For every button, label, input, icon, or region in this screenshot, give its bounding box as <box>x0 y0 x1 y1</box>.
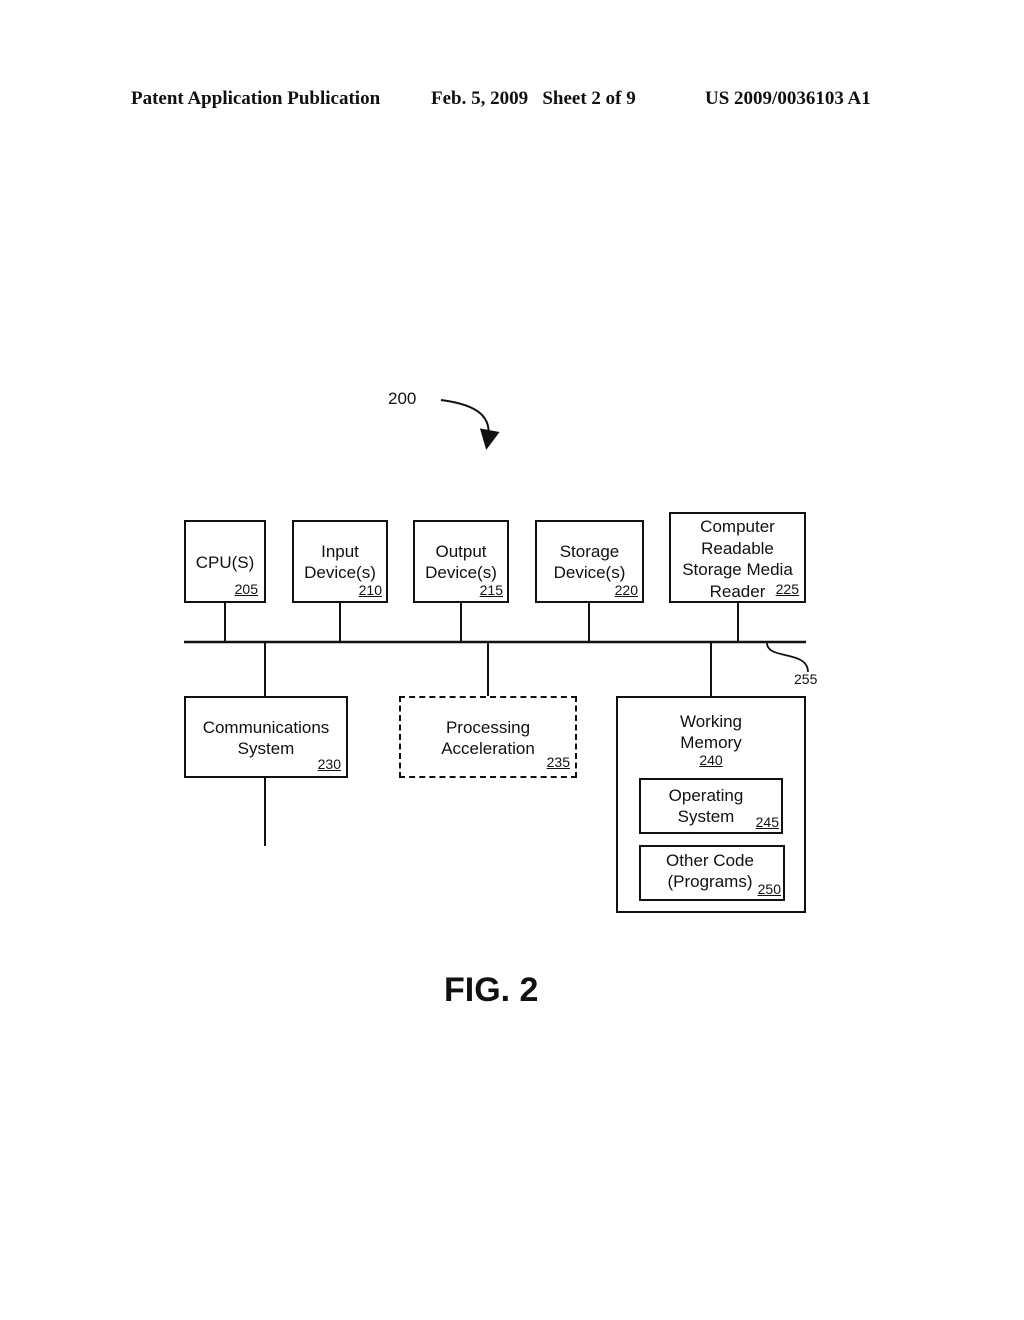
processing-acceleration-label: Processing Acceleration <box>441 718 535 758</box>
processing-acceleration-box: Processing Acceleration 235 <box>399 696 577 778</box>
other-code-box: Other Code (Programs) 250 <box>639 845 785 901</box>
working-memory-box: Working Memory 240 Operating System 245 … <box>616 696 806 913</box>
bus-ref-label: 255 <box>794 671 818 687</box>
system-ref-arrow <box>440 399 500 450</box>
output-devices-ref: 215 <box>479 582 503 598</box>
storage-devices-ref: 220 <box>614 582 638 598</box>
operating-system-box: Operating System 245 <box>639 778 783 834</box>
figure-label: FIG. 2 <box>444 971 539 1009</box>
working-memory-label: Working Memory <box>679 712 743 752</box>
input-devices-label: Input Device(s) <box>304 542 376 582</box>
cpu-label: CPU(S) <box>195 553 255 572</box>
working-memory-ref-text: 240 <box>699 752 723 768</box>
output-devices-box: Output Device(s) 215 <box>413 520 509 603</box>
other-code-ref: 250 <box>757 881 781 897</box>
connector-lines <box>184 399 809 846</box>
system-ref-label: 200 <box>388 389 417 408</box>
communications-system-label: Communications System <box>202 718 330 758</box>
storage-media-reader-box: Computer Readable Storage Media Reader 2… <box>669 512 806 603</box>
storage-devices-label: Storage Device(s) <box>553 542 626 582</box>
input-devices-ref: 210 <box>358 582 382 598</box>
cpu-ref: 205 <box>234 581 258 597</box>
operating-system-label: Operating System <box>668 786 744 826</box>
input-devices-box: Input Device(s) 210 <box>292 520 388 603</box>
storage-media-reader-ref: 225 <box>775 581 799 597</box>
processing-acceleration-ref: 235 <box>546 754 570 770</box>
cpu-box: CPU(S) 205 <box>184 520 266 603</box>
output-devices-label: Output Device(s) <box>425 542 497 582</box>
working-memory-ref: 240 <box>618 752 804 768</box>
operating-system-ref: 245 <box>755 814 779 830</box>
storage-devices-box: Storage Device(s) 220 <box>535 520 644 603</box>
bus-ref-leader <box>766 642 809 673</box>
communications-system-box: Communications System 230 <box>184 696 348 778</box>
communications-system-ref: 230 <box>317 756 341 772</box>
